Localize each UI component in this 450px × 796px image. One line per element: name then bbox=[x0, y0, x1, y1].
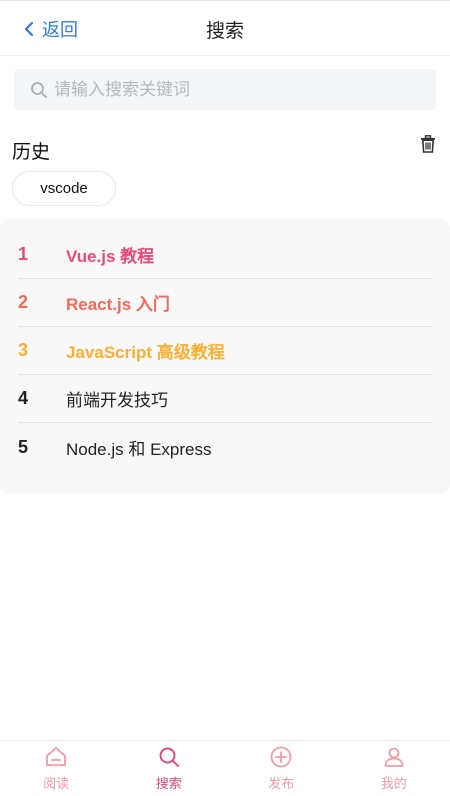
hot-rank: 5 bbox=[18, 436, 29, 457]
home-icon bbox=[44, 745, 68, 769]
tab-read[interactable]: 阅读 bbox=[0, 741, 113, 796]
search-icon bbox=[157, 745, 181, 769]
hot-rank: 2 bbox=[18, 292, 29, 312]
tab-label: 阅读 bbox=[43, 776, 70, 791]
search-box[interactable] bbox=[14, 69, 436, 110]
hot-text: Vue.js 教程 bbox=[66, 247, 155, 266]
bottom-tab-bar: 阅读 搜索 发布 我的 bbox=[0, 740, 450, 796]
tab-search[interactable]: 搜索 bbox=[113, 741, 226, 796]
tab-label: 我的 bbox=[380, 776, 407, 791]
history-title: 历史 bbox=[12, 142, 51, 163]
hot-item[interactable]: 3 JavaScript 高级教程 bbox=[18, 327, 432, 375]
hot-item[interactable]: 4 前端开发技巧 bbox=[18, 375, 432, 423]
hot-text: React.js 入门 bbox=[66, 295, 170, 314]
tab-label: 发布 bbox=[268, 776, 295, 791]
search-page: 返回 搜索 历史 vscode 1 Vue.js 教程 2 React.js 入… bbox=[0, 0, 450, 796]
hot-text: 前端开发技巧 bbox=[66, 391, 168, 410]
tab-label: 搜索 bbox=[155, 776, 182, 791]
page-title: 搜索 bbox=[205, 21, 244, 42]
search-input[interactable] bbox=[54, 79, 414, 100]
hot-text: JavaScript 高级教程 bbox=[66, 343, 225, 362]
history-chip[interactable]: vscode bbox=[12, 171, 116, 206]
hot-text: Node.js 和 Express bbox=[66, 439, 212, 459]
nav-header: 返回 搜索 bbox=[0, 1, 450, 56]
hot-item[interactable]: 5 Node.js 和 Express bbox=[18, 423, 432, 471]
hot-rank: 4 bbox=[18, 388, 29, 408]
trash-icon[interactable] bbox=[420, 135, 436, 153]
user-icon bbox=[382, 745, 406, 769]
plus-circle-icon bbox=[269, 745, 293, 769]
hot-item[interactable]: 1 Vue.js 教程 bbox=[18, 231, 432, 279]
tab-mine[interactable]: 我的 bbox=[338, 741, 450, 796]
hot-rank: 3 bbox=[18, 340, 29, 360]
search-icon bbox=[30, 81, 48, 99]
hot-item[interactable]: 2 React.js 入门 bbox=[18, 279, 432, 327]
tab-publish[interactable]: 发布 bbox=[225, 741, 338, 796]
hot-rank: 1 bbox=[18, 244, 29, 264]
hot-search-list: 1 Vue.js 教程 2 React.js 入门 3 JavaScript 高… bbox=[0, 219, 450, 494]
